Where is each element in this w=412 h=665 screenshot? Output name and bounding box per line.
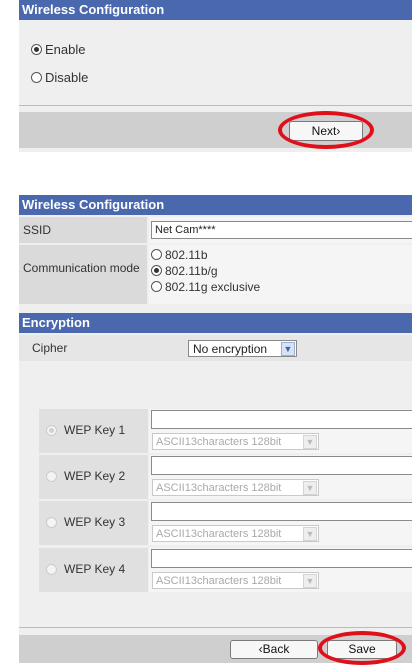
divider (19, 627, 412, 628)
cipher-select[interactable]: No encryption ▼ (188, 340, 297, 357)
divider (19, 105, 412, 106)
wep-key-length-value: ASCII13characters 128bit (156, 436, 282, 448)
wep-key-length-value: ASCII13characters 128bit (156, 482, 282, 494)
mode-label: 802.11b/g (165, 264, 218, 278)
enable-option[interactable]: Enable (31, 41, 85, 59)
chevron-down-icon[interactable]: ▼ (303, 481, 317, 495)
ssid-input[interactable]: Net Cam**** (151, 221, 412, 239)
wep-key-label: WEP Key 2 (64, 469, 126, 483)
chevron-down-icon[interactable]: ▼ (303, 527, 317, 541)
wep-key-input[interactable] (151, 502, 412, 521)
panel-header: Wireless Configuration (19, 195, 412, 215)
wep-key-value-cell: ASCII13characters 128bit ▼ (149, 501, 412, 545)
mode-label: 802.11g exclusive (165, 280, 261, 294)
ssid-cell: Net Cam**** (149, 217, 412, 243)
wep-key-length-select[interactable]: ASCII13characters 128bit ▼ (152, 525, 319, 542)
wireless-config-panel-1: Wireless Configuration Enable Disable Ne… (19, 0, 412, 152)
chevron-down-icon[interactable]: ▼ (303, 574, 317, 588)
wep-key-input[interactable] (151, 456, 412, 475)
radio-80211b[interactable] (151, 249, 162, 261)
panel-header: Wireless Configuration (19, 0, 412, 20)
wireless-config-panel-2: Wireless Configuration SSID Net Cam**** … (19, 195, 412, 665)
wep-key-input[interactable] (151, 410, 412, 429)
wep-key-length-select[interactable]: ASCII13characters 128bit ▼ (152, 479, 319, 496)
ssid-label: SSID (19, 217, 147, 243)
wep-key-radio[interactable] (46, 471, 57, 482)
encryption-header: Encryption (19, 313, 412, 333)
wep-key-label: WEP Key 3 (64, 515, 126, 529)
communication-mode-cell: 802.11b 802.11b/g 802.11g exclusive (149, 245, 412, 304)
cipher-value: No encryption (193, 342, 268, 356)
mode-label: 802.11b (165, 248, 208, 262)
wep-key-label-cell: WEP Key 3 (39, 501, 148, 545)
wep-key-length-select[interactable]: ASCII13characters 128bit ▼ (152, 433, 319, 450)
wep-key-length-value: ASCII13characters 128bit (156, 528, 282, 540)
mode-80211b[interactable]: 802.11b (151, 249, 208, 262)
disable-option[interactable]: Disable (31, 69, 88, 87)
enable-label: Enable (45, 42, 86, 57)
wep-key-length-value: ASCII13characters 128bit (156, 575, 282, 587)
radio-80211g-exclusive[interactable] (151, 281, 162, 293)
wep-key-value-cell: ASCII13characters 128bit ▼ (149, 455, 412, 499)
disable-label: Disable (45, 70, 89, 85)
wep-key-value-cell: ASCII13characters 128bit ▼ (149, 548, 412, 592)
highlight-circle (278, 111, 374, 149)
wep-key-label: WEP Key 4 (64, 562, 126, 576)
wep-key-label: WEP Key 1 (64, 423, 126, 437)
wep-key-radio[interactable] (46, 564, 57, 575)
cipher-row: Cipher No encryption ▼ (19, 335, 412, 361)
radio-disable[interactable] (31, 72, 42, 84)
cipher-label: Cipher (32, 341, 68, 355)
back-button[interactable]: ‹Back (230, 640, 318, 659)
button-bar: ‹Back Save (19, 631, 412, 665)
radio-80211bg[interactable] (151, 265, 162, 277)
wep-key-input[interactable] (151, 549, 412, 568)
radio-enable[interactable] (31, 44, 42, 56)
mode-80211g-exclusive[interactable]: 802.11g exclusive (151, 281, 260, 294)
mode-80211bg[interactable]: 802.11b/g (151, 265, 218, 278)
wep-key-value-cell: ASCII13characters 128bit ▼ (149, 409, 412, 453)
wep-key-radio[interactable] (46, 425, 57, 436)
highlight-circle (318, 631, 406, 665)
chevron-down-icon[interactable]: ▼ (281, 342, 295, 356)
wep-key-label-cell: WEP Key 1 (39, 409, 148, 453)
communication-mode-label: Communication mode (19, 245, 147, 304)
wep-key-length-select[interactable]: ASCII13characters 128bit ▼ (152, 572, 319, 589)
wep-key-label-cell: WEP Key 4 (39, 548, 148, 592)
wep-key-radio[interactable] (46, 517, 57, 528)
chevron-down-icon[interactable]: ▼ (303, 435, 317, 449)
button-bar: Next› (19, 111, 412, 149)
wep-key-label-cell: WEP Key 2 (39, 455, 148, 499)
